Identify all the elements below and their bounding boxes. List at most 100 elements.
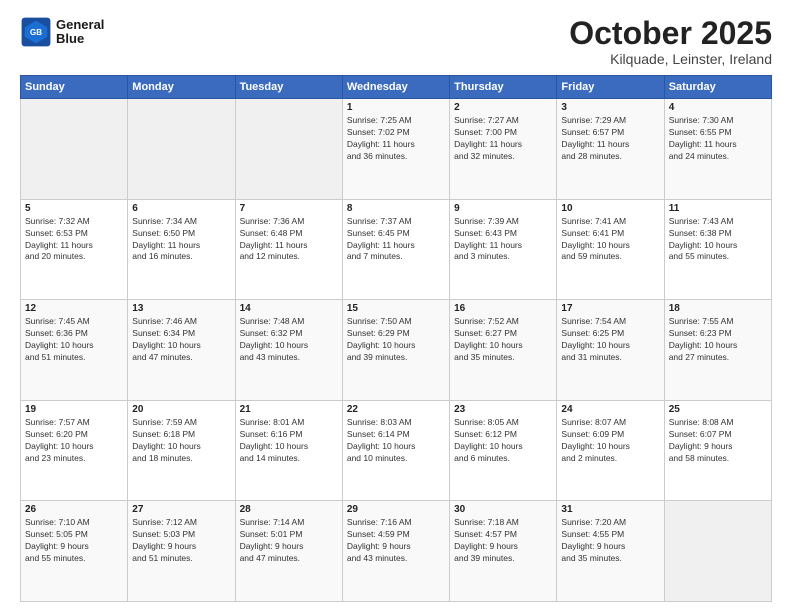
week-row-1: 1Sunrise: 7:25 AM Sunset: 7:02 PM Daylig… — [21, 99, 772, 200]
day-info: Sunrise: 7:36 AM Sunset: 6:48 PM Dayligh… — [240, 216, 338, 264]
day-info: Sunrise: 7:32 AM Sunset: 6:53 PM Dayligh… — [25, 216, 123, 264]
day-number: 18 — [669, 303, 767, 314]
day-number: 5 — [25, 203, 123, 214]
day-cell — [664, 501, 771, 602]
day-number: 23 — [454, 404, 552, 415]
day-cell: 27Sunrise: 7:12 AM Sunset: 5:03 PM Dayli… — [128, 501, 235, 602]
day-info: Sunrise: 7:16 AM Sunset: 4:59 PM Dayligh… — [347, 517, 445, 565]
day-number: 8 — [347, 203, 445, 214]
day-number: 3 — [561, 102, 659, 113]
week-row-3: 12 Sunrise: 7:45 AM Sunset: 6:36 PM Dayli… — [21, 300, 772, 401]
day-cell — [128, 99, 235, 200]
logo-text: General Blue — [56, 18, 104, 47]
day-number: 11 — [669, 203, 767, 214]
day-cell: 23 Sunrise: 8:05 AM Sunset: 6:12 PM Dayli… — [450, 400, 557, 501]
day-number: 26 — [25, 504, 123, 515]
day-cell: 21Sunrise: 8:01 AM Sunset: 6:16 PM Dayli… — [235, 400, 342, 501]
header: GB General Blue October 2025 Kilquade, L… — [20, 16, 772, 67]
calendar-subtitle: Kilquade, Leinster, Ireland — [569, 51, 772, 67]
day-number: 19 — [25, 404, 123, 415]
day-number: 17 — [561, 303, 659, 314]
day-number: 20 — [132, 404, 230, 415]
day-info: Sunrise: 7:20 AM Sunset: 4:55 PM Dayligh… — [561, 517, 659, 565]
day-info: Sunrise: 7:43 AM Sunset: 6:38 PM Dayligh… — [669, 216, 767, 264]
day-number: 13 — [132, 303, 230, 314]
day-info: Sunrise: 7:45 AM Sunset: 6:36 PM Dayligh… — [25, 316, 123, 364]
day-number: 2 — [454, 102, 552, 113]
day-info: Sunrise: 7:18 AM Sunset: 4:57 PM Dayligh… — [454, 517, 552, 565]
calendar-title: October 2025 — [569, 16, 772, 51]
day-cell: 16Sunrise: 7:52 AM Sunset: 6:27 PM Dayli… — [450, 300, 557, 401]
day-cell — [235, 99, 342, 200]
day-info: Sunrise: 7:27 AM Sunset: 7:00 PM Dayligh… — [454, 115, 552, 163]
day-cell: 19 Sunrise: 7:57 AM Sunset: 6:20 PM Dayli… — [21, 400, 128, 501]
day-number: 27 — [132, 504, 230, 515]
logo: GB General Blue — [20, 16, 104, 48]
day-info: Sunrise: 7:29 AM Sunset: 6:57 PM Dayligh… — [561, 115, 659, 163]
day-cell: 14 Sunrise: 7:48 AM Sunset: 6:32 PM Dayli… — [235, 300, 342, 401]
day-cell: 6 Sunrise: 7:34 AM Sunset: 6:50 PM Daylig… — [128, 199, 235, 300]
day-number: 29 — [347, 504, 445, 515]
day-cell: 25Sunrise: 8:08 AM Sunset: 6:07 PM Dayli… — [664, 400, 771, 501]
weekday-header-thursday: Thursday — [450, 76, 557, 99]
logo-line1: General — [56, 18, 104, 32]
calendar-page: GB General Blue October 2025 Kilquade, L… — [0, 0, 792, 612]
weekday-header-friday: Friday — [557, 76, 664, 99]
day-number: 15 — [347, 303, 445, 314]
day-info: Sunrise: 7:14 AM Sunset: 5:01 PM Dayligh… — [240, 517, 338, 565]
day-info: Sunrise: 7:39 AM Sunset: 6:43 PM Dayligh… — [454, 216, 552, 264]
day-info: Sunrise: 7:52 AM Sunset: 6:27 PM Dayligh… — [454, 316, 552, 364]
day-number: 9 — [454, 203, 552, 214]
week-row-5: 26Sunrise: 7:10 AM Sunset: 5:05 PM Dayli… — [21, 501, 772, 602]
day-info: Sunrise: 7:37 AM Sunset: 6:45 PM Dayligh… — [347, 216, 445, 264]
svg-text:GB: GB — [30, 28, 42, 37]
day-cell: 9 Sunrise: 7:39 AM Sunset: 6:43 PM Daylig… — [450, 199, 557, 300]
day-info: Sunrise: 8:05 AM Sunset: 6:12 PM Dayligh… — [454, 417, 552, 465]
calendar-table: SundayMondayTuesdayWednesdayThursdayFrid… — [20, 75, 772, 602]
day-number: 28 — [240, 504, 338, 515]
day-info: Sunrise: 7:50 AM Sunset: 6:29 PM Dayligh… — [347, 316, 445, 364]
day-number: 25 — [669, 404, 767, 415]
day-info: Sunrise: 7:46 AM Sunset: 6:34 PM Dayligh… — [132, 316, 230, 364]
day-cell: 31 Sunrise: 7:20 AM Sunset: 4:55 PM Dayli… — [557, 501, 664, 602]
day-cell: 8 Sunrise: 7:37 AM Sunset: 6:45 PM Daylig… — [342, 199, 449, 300]
day-info: Sunrise: 8:03 AM Sunset: 6:14 PM Dayligh… — [347, 417, 445, 465]
day-number: 31 — [561, 504, 659, 515]
day-number: 1 — [347, 102, 445, 113]
day-cell: 7 Sunrise: 7:36 AM Sunset: 6:48 PM Daylig… — [235, 199, 342, 300]
day-info: Sunrise: 8:07 AM Sunset: 6:09 PM Dayligh… — [561, 417, 659, 465]
day-cell: 13 Sunrise: 7:46 AM Sunset: 6:34 PM Dayli… — [128, 300, 235, 401]
day-cell: 22Sunrise: 8:03 AM Sunset: 6:14 PM Dayli… — [342, 400, 449, 501]
day-cell: 5 Sunrise: 7:32 AM Sunset: 6:53 PM Daylig… — [21, 199, 128, 300]
day-number: 14 — [240, 303, 338, 314]
day-cell: 17 Sunrise: 7:54 AM Sunset: 6:25 PM Dayli… — [557, 300, 664, 401]
day-number: 21 — [240, 404, 338, 415]
day-cell: 4Sunrise: 7:30 AM Sunset: 6:55 PM Daylig… — [664, 99, 771, 200]
day-info: Sunrise: 7:48 AM Sunset: 6:32 PM Dayligh… — [240, 316, 338, 364]
day-number: 4 — [669, 102, 767, 113]
weekday-header-monday: Monday — [128, 76, 235, 99]
day-cell: 28 Sunrise: 7:14 AM Sunset: 5:01 PM Dayli… — [235, 501, 342, 602]
day-number: 24 — [561, 404, 659, 415]
week-row-2: 5 Sunrise: 7:32 AM Sunset: 6:53 PM Daylig… — [21, 199, 772, 300]
day-cell: 12 Sunrise: 7:45 AM Sunset: 6:36 PM Dayli… — [21, 300, 128, 401]
day-number: 7 — [240, 203, 338, 214]
logo-line2: Blue — [56, 32, 104, 46]
day-info: Sunrise: 7:57 AM Sunset: 6:20 PM Dayligh… — [25, 417, 123, 465]
weekday-header-sunday: Sunday — [21, 76, 128, 99]
day-cell: 2 Sunrise: 7:27 AM Sunset: 7:00 PM Daylig… — [450, 99, 557, 200]
title-block: October 2025 Kilquade, Leinster, Ireland — [569, 16, 772, 67]
day-cell: 18Sunrise: 7:55 AM Sunset: 6:23 PM Dayli… — [664, 300, 771, 401]
day-cell: 29 Sunrise: 7:16 AM Sunset: 4:59 PM Dayli… — [342, 501, 449, 602]
day-number: 30 — [454, 504, 552, 515]
weekday-header-tuesday: Tuesday — [235, 76, 342, 99]
day-number: 6 — [132, 203, 230, 214]
day-info: Sunrise: 7:54 AM Sunset: 6:25 PM Dayligh… — [561, 316, 659, 364]
day-number: 10 — [561, 203, 659, 214]
day-cell: 24 Sunrise: 8:07 AM Sunset: 6:09 PM Dayli… — [557, 400, 664, 501]
day-number: 12 — [25, 303, 123, 314]
day-info: Sunrise: 7:59 AM Sunset: 6:18 PM Dayligh… — [132, 417, 230, 465]
day-cell: 3 Sunrise: 7:29 AM Sunset: 6:57 PM Daylig… — [557, 99, 664, 200]
day-info: Sunrise: 7:34 AM Sunset: 6:50 PM Dayligh… — [132, 216, 230, 264]
logo-icon: GB — [20, 16, 52, 48]
